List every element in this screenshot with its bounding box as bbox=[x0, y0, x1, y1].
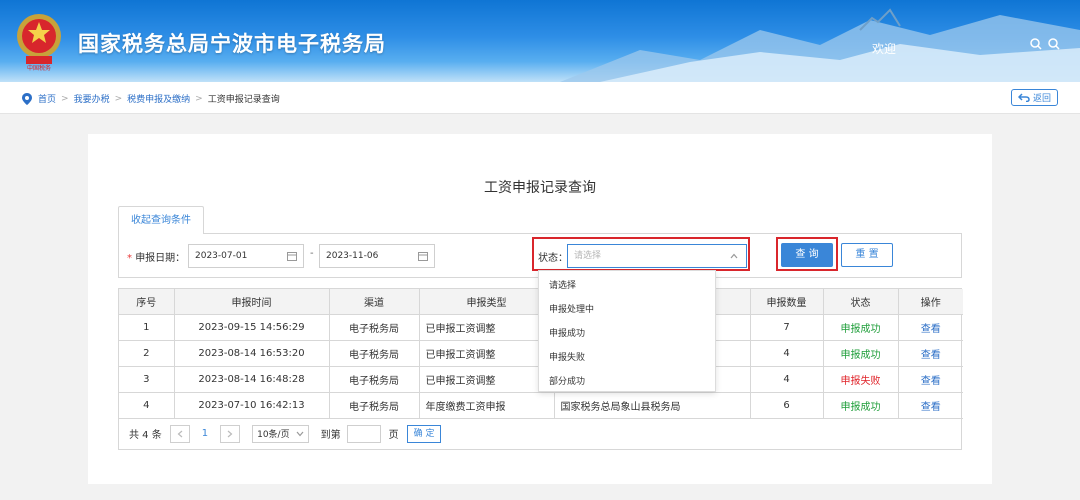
breadcrumb-tax-handling[interactable]: 我要办税 bbox=[74, 92, 110, 105]
status-dropdown: 请选择 申报处理中 申报成功 申报失败 部分成功 bbox=[538, 270, 716, 392]
cell-no: 1 bbox=[119, 314, 175, 341]
calendar-icon bbox=[418, 252, 428, 261]
site-title: 国家税务总局宁波市电子税务局 bbox=[78, 32, 386, 56]
prev-page-button[interactable] bbox=[169, 424, 190, 443]
date-to-value: 2023-11-06 bbox=[326, 251, 379, 261]
col-header-count: 申报数量 bbox=[750, 289, 824, 315]
back-button[interactable]: 返回 bbox=[1010, 89, 1058, 106]
status-option-partial[interactable]: 部分成功 bbox=[539, 370, 715, 394]
cell-type: 年度缴费工资申报 bbox=[419, 392, 555, 419]
breadcrumb: 首页 > 我要办税 > 税费申报及缴纳 > 工资申报记录查询 bbox=[22, 92, 280, 105]
status-placeholder: 请选择 bbox=[574, 251, 602, 261]
status-label: 状态： bbox=[538, 253, 568, 264]
cell-time: 2023-08-14 16:53:20 bbox=[174, 340, 330, 367]
breadcrumb-separator: > bbox=[195, 93, 203, 104]
cell-type: 已申报工资调整 bbox=[419, 340, 555, 367]
breadcrumb-home[interactable]: 首页 bbox=[38, 92, 56, 105]
zoom-in-icon[interactable] bbox=[1030, 38, 1042, 50]
cell-type: 已申报工资调整 bbox=[419, 366, 555, 393]
col-header-action: 操作 bbox=[898, 289, 963, 315]
tab-collapse-filters[interactable]: 收起查询条件 bbox=[118, 206, 204, 234]
cell-count: 6 bbox=[750, 392, 824, 419]
cell-channel: 电子税务局 bbox=[329, 340, 420, 367]
query-button[interactable]: 查 询 bbox=[781, 243, 833, 267]
status-option-success[interactable]: 申报成功 bbox=[539, 322, 715, 346]
date-label: 申报日期： bbox=[135, 253, 186, 264]
header-banner: 中国税务 国家税务总局宁波市电子税务局 欢迎 bbox=[0, 0, 1080, 82]
back-button-label: 返回 bbox=[1032, 94, 1051, 104]
table-row: 4 2023-07-10 16:42:13 电子税务局 年度缴费工资申报 国家税… bbox=[119, 392, 963, 419]
pagination: 共 4 条 1 10条/页 到第 页 确 定 bbox=[119, 419, 961, 449]
location-pin-icon bbox=[22, 92, 32, 105]
calendar-icon bbox=[287, 252, 297, 261]
col-header-time: 申报时间 bbox=[174, 289, 330, 315]
page-suffix-label: 页 bbox=[388, 430, 399, 441]
chevron-left-icon bbox=[177, 430, 183, 437]
cell-status: 申报成功 bbox=[823, 314, 899, 341]
status-select[interactable]: 请选择 bbox=[567, 244, 747, 268]
view-link[interactable]: 查看 bbox=[898, 392, 963, 419]
date-separator: - bbox=[310, 248, 314, 259]
date-from-value: 2023-07-01 bbox=[195, 251, 248, 261]
col-header-channel: 渠道 bbox=[329, 289, 420, 315]
goto-confirm-button[interactable]: 确 定 bbox=[406, 424, 442, 443]
required-mark: * bbox=[127, 253, 132, 264]
chevron-up-icon bbox=[730, 253, 738, 259]
status-option-failed[interactable]: 申报失败 bbox=[539, 346, 715, 370]
page-size-value: 10条/页 bbox=[257, 430, 290, 440]
col-header-no: 序号 bbox=[119, 289, 175, 315]
cell-no: 2 bbox=[119, 340, 175, 367]
cell-type: 已申报工资调整 bbox=[419, 314, 555, 341]
breadcrumb-declaration[interactable]: 税费申报及缴纳 bbox=[127, 92, 190, 105]
page-number[interactable]: 1 bbox=[202, 428, 208, 439]
cell-no: 3 bbox=[119, 366, 175, 393]
zoom-controls bbox=[1030, 38, 1060, 50]
reset-button[interactable]: 重 置 bbox=[841, 243, 893, 267]
return-arrow-icon bbox=[1017, 93, 1030, 102]
cell-channel: 电子税务局 bbox=[329, 392, 420, 419]
cell-count: 4 bbox=[750, 366, 824, 393]
view-link[interactable]: 查看 bbox=[898, 340, 963, 367]
breadcrumb-current: 工资申报记录查询 bbox=[207, 95, 280, 105]
breadcrumb-separator: > bbox=[114, 93, 123, 104]
next-page-button[interactable] bbox=[220, 424, 241, 443]
cell-org: 国家税务总局象山县税务局 bbox=[554, 392, 751, 419]
cell-time: 2023-07-10 16:42:13 bbox=[174, 392, 330, 419]
total-count: 共 4 条 bbox=[129, 430, 162, 441]
cell-time: 2023-08-14 16:48:28 bbox=[174, 366, 330, 393]
col-header-status: 状态 bbox=[823, 289, 899, 315]
view-link[interactable]: 查看 bbox=[898, 366, 963, 393]
goto-page-input[interactable] bbox=[346, 424, 381, 443]
cell-channel: 电子税务局 bbox=[329, 366, 420, 393]
date-from-input[interactable]: 2023-07-01 bbox=[188, 244, 304, 268]
tax-emblem-icon: 中国税务 bbox=[17, 14, 61, 72]
col-header-type: 申报类型 bbox=[419, 289, 555, 315]
cell-count: 7 bbox=[750, 314, 824, 341]
view-link[interactable]: 查看 bbox=[898, 314, 963, 341]
chevron-down-icon bbox=[296, 431, 304, 436]
goto-label: 到第 bbox=[320, 430, 341, 441]
breadcrumb-separator: > bbox=[61, 93, 69, 104]
page-size-select[interactable]: 10条/页 bbox=[252, 424, 309, 443]
cell-count: 4 bbox=[750, 340, 824, 367]
breadcrumb-bar: 首页 > 我要办税 > 税费申报及缴纳 > 工资申报记录查询 返回 bbox=[0, 82, 1080, 114]
cell-status: 申报成功 bbox=[823, 392, 899, 419]
status-option-processing[interactable]: 申报处理中 bbox=[539, 298, 715, 322]
svg-text:中国税务: 中国税务 bbox=[27, 64, 51, 72]
cell-status: 申报失败 bbox=[823, 366, 899, 393]
date-label-wrap: * 申报日期： bbox=[127, 249, 185, 264]
cell-time: 2023-09-15 14:56:29 bbox=[174, 314, 330, 341]
cell-no: 4 bbox=[119, 392, 175, 419]
status-option-placeholder[interactable]: 请选择 bbox=[539, 274, 715, 298]
chevron-right-icon bbox=[227, 430, 233, 437]
page-title: 工资申报记录查询 bbox=[484, 180, 596, 196]
welcome-text: 欢迎 bbox=[872, 42, 897, 56]
cell-status: 申报成功 bbox=[823, 340, 899, 367]
cell-channel: 电子税务局 bbox=[329, 314, 420, 341]
zoom-out-icon[interactable] bbox=[1048, 38, 1060, 50]
date-to-input[interactable]: 2023-11-06 bbox=[319, 244, 435, 268]
